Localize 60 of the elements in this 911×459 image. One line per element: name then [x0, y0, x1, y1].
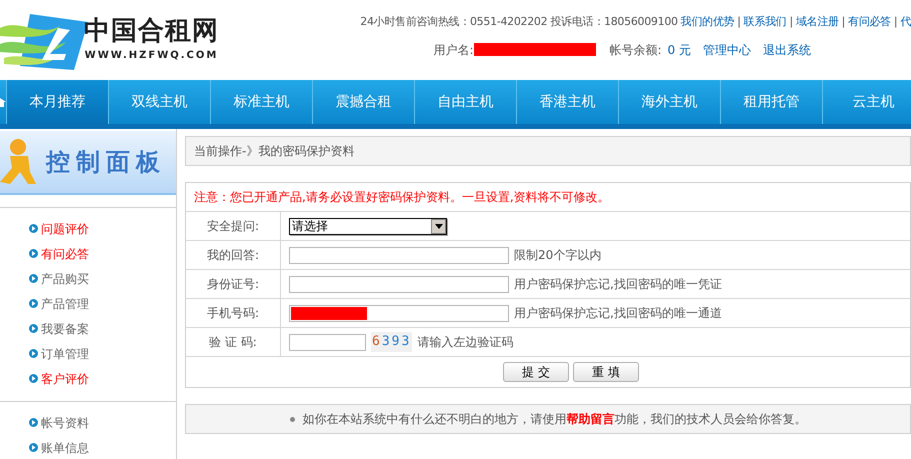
arrow-bullet-icon	[29, 418, 38, 427]
sidebar-item[interactable]: 产品管理	[29, 291, 176, 316]
arrow-bullet-icon	[29, 443, 38, 452]
username-label: 用户名:	[433, 42, 474, 58]
link-separator: |	[737, 14, 741, 30]
logo-title: 中国合租网	[84, 18, 219, 44]
arrow-bullet-icon	[29, 349, 38, 358]
logo-url: WWW.HZFWQ.COM	[84, 48, 218, 62]
link-separator: |	[842, 14, 846, 30]
warning-text: 注意：您已开通产品,请务必设置好密码保护资料。一旦设置,资料将不可修改。	[194, 189, 610, 206]
header-link[interactable]: 代	[900, 14, 911, 30]
form-button[interactable]: 提 交	[503, 362, 569, 382]
text-field[interactable]	[289, 246, 509, 264]
balance-value: 0 元	[668, 42, 691, 58]
field-label: 身份证号:	[206, 276, 260, 293]
panel-title: 控制面板	[46, 147, 166, 178]
arrow-bullet-icon	[29, 249, 38, 258]
nav-tab[interactable]: 本月推荐	[7, 80, 109, 124]
field-hint: 用户密码保护忘记,找回密码的唯一凭证	[514, 276, 722, 293]
arrow-bullet-icon	[29, 374, 38, 383]
text-field[interactable]	[289, 276, 509, 292]
balance-label: 帐号余额:	[610, 42, 662, 58]
field-hint: 用户密码保护忘记,找回密码的唯一通道	[514, 305, 722, 322]
sidebar-item[interactable]: 账单信息	[29, 435, 176, 459]
header-link[interactable]: 有问必答	[848, 14, 891, 30]
sidebar-item[interactable]: 我要备案	[29, 316, 176, 341]
account-link[interactable]: 退出系统	[763, 40, 811, 58]
arrow-bullet-icon	[29, 299, 38, 308]
link-separator: |	[894, 14, 898, 30]
arrow-bullet-icon	[29, 224, 38, 233]
sidebar-item[interactable]: 帐号资料	[29, 410, 176, 435]
form-button[interactable]: 重 填	[573, 362, 639, 382]
header-link[interactable]: 我们的优势	[680, 14, 734, 30]
field-label: 验 证 码:	[209, 334, 257, 351]
header-link[interactable]: 域名注册	[796, 14, 839, 30]
field-hint: 限制20个字以内	[514, 247, 602, 264]
sidebar-item[interactable]: 产品购买	[29, 266, 176, 291]
running-person-icon	[0, 138, 36, 186]
sidebar-item[interactable]: 订单管理	[29, 341, 176, 366]
sidebar-item[interactable]: 有问必答	[29, 241, 176, 266]
breadcrumb-bar: 当前操作-》我的密码保护资料	[185, 136, 911, 166]
captcha-field[interactable]	[289, 334, 366, 350]
arrow-bullet-icon	[29, 274, 38, 283]
sidebar-item[interactable]: 问题评价	[29, 216, 176, 241]
help-text: 如你在本站系统中有什么还不明白的地方，请使用帮助留言功能，我们的技术人员会给你答复。	[302, 411, 806, 428]
captcha-code: 6 3 9 3	[371, 332, 412, 352]
header-link[interactable]: 联系我们	[744, 14, 786, 30]
sidebar-item[interactable]: 客户评价	[29, 366, 176, 391]
field-label: 手机号码:	[206, 305, 260, 322]
bullet-icon	[290, 416, 294, 422]
question-select[interactable]: 请选择	[289, 218, 447, 234]
field-label: 我的回答:	[206, 247, 260, 264]
account-link[interactable]: 管理中心	[703, 40, 751, 58]
phone-field[interactable]	[289, 304, 509, 322]
field-label: 安全提问:	[206, 218, 260, 235]
field-hint: 请输入左边验证码	[417, 334, 514, 351]
hotline-text: 24小时售前咨询热线：0551-4202202 投诉电话：18056009100	[360, 14, 678, 30]
arrow-bullet-icon	[29, 324, 38, 333]
link-separator: |	[789, 14, 793, 30]
home-icon	[0, 98, 6, 106]
